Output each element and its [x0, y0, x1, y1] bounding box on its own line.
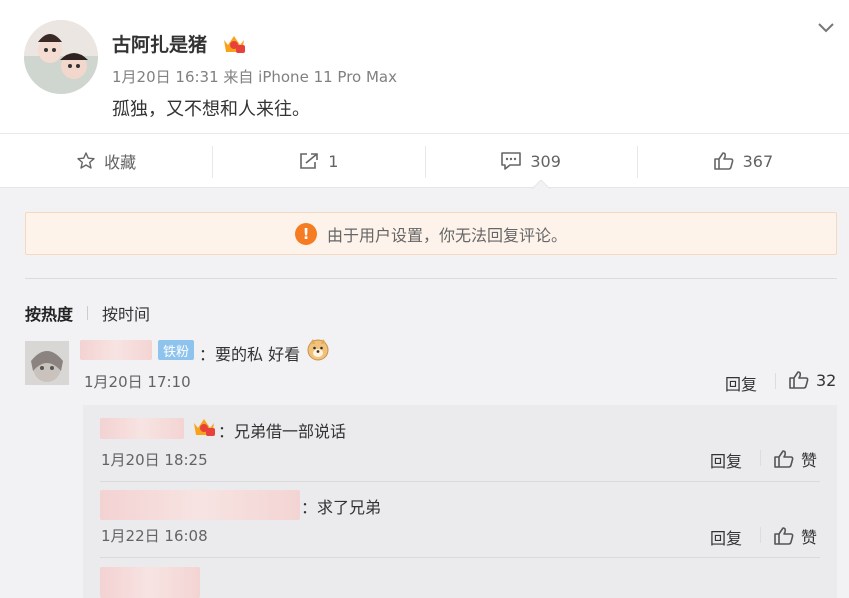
reply-divider [100, 557, 820, 558]
reply-divider [100, 481, 820, 482]
comment-button[interactable]: 309 [424, 134, 637, 188]
post-meta: 1月20日 16:31 来自 iPhone 11 Pro Max [112, 68, 397, 86]
favorite-button[interactable]: 收藏 [0, 134, 212, 188]
section-divider [25, 278, 837, 279]
thumbs-up-icon [774, 450, 794, 468]
vip-crown-icon [194, 419, 215, 436]
thumbs-up-icon [774, 527, 794, 545]
reply-like-button[interactable]: 赞 [773, 524, 817, 548]
like-count: 367 [742, 151, 774, 171]
action-divider [760, 527, 761, 543]
star-icon [77, 152, 95, 169]
reply-like-label: 赞 [801, 528, 818, 547]
warning-icon: ! [294, 222, 317, 245]
reply-text: ：求了兄弟 [301, 498, 382, 517]
comment-text: ：要的私 好看 [199, 345, 301, 364]
notice-text: 由于用户设置，你无法回复评论。 [326, 225, 567, 245]
comment-like-button[interactable]: 32 [788, 370, 836, 390]
like-button[interactable]: 367 [636, 134, 849, 188]
reply-time: 1月22日 16:08 [101, 527, 208, 545]
reply-like-button[interactable]: 赞 [773, 447, 817, 471]
reply-restriction-notice: ! 由于用户设置，你无法回复评论。 [25, 212, 837, 255]
action-divider [760, 450, 761, 466]
comment-like-count: 32 [816, 370, 837, 390]
commenter-avatar[interactable] [25, 341, 69, 385]
reply-button[interactable]: 回复 [725, 371, 757, 395]
reply-text: ：兄弟借一部说话 [218, 422, 347, 441]
replier-name-redacted[interactable] [100, 490, 300, 520]
author-avatar[interactable] [24, 20, 98, 94]
doge-emoji-icon [307, 339, 329, 361]
replier-name-redacted[interactable] [100, 567, 200, 598]
comment-sort-tabs: 按热度 按时间 [25, 301, 150, 325]
commenter-name-redacted[interactable] [80, 340, 152, 360]
chevron-down-icon[interactable] [817, 22, 835, 34]
reply-time: 1月20日 18:25 [101, 451, 208, 469]
tab-divider [87, 306, 89, 320]
reply-like-label: 赞 [801, 451, 818, 470]
share-icon [300, 153, 319, 169]
comment-icon [501, 152, 522, 170]
fan-badge: 铁粉 [158, 340, 195, 360]
replier-name-redacted[interactable] [100, 418, 184, 439]
repost-count: 1 [328, 151, 339, 171]
comment-count: 309 [530, 151, 561, 171]
comment-time: 1月20日 17:10 [84, 373, 191, 391]
vip-crown-icon [224, 36, 245, 53]
thumbs-up-icon [713, 152, 733, 170]
reply-button[interactable]: 回复 [710, 525, 742, 549]
author-name[interactable]: 古阿扎是猪 [112, 30, 207, 57]
favorite-label: 收藏 [104, 153, 137, 172]
active-tab-caret [532, 180, 550, 189]
tab-sort-time[interactable]: 按时间 [102, 301, 150, 325]
post-text: 孤独，又不想和人来往。 [112, 99, 310, 120]
action-divider [775, 373, 776, 389]
repost-button[interactable]: 1 [212, 134, 424, 188]
post-action-bar: 收藏 1 309 367 [0, 133, 849, 188]
reply-button[interactable]: 回复 [710, 448, 742, 472]
post-card: 古阿扎是猪 1月20日 16:31 来自 iPhone 11 Pro Max 孤… [0, 0, 849, 188]
thumbs-up-icon [789, 371, 809, 389]
tab-sort-hot[interactable]: 按热度 [25, 301, 73, 325]
